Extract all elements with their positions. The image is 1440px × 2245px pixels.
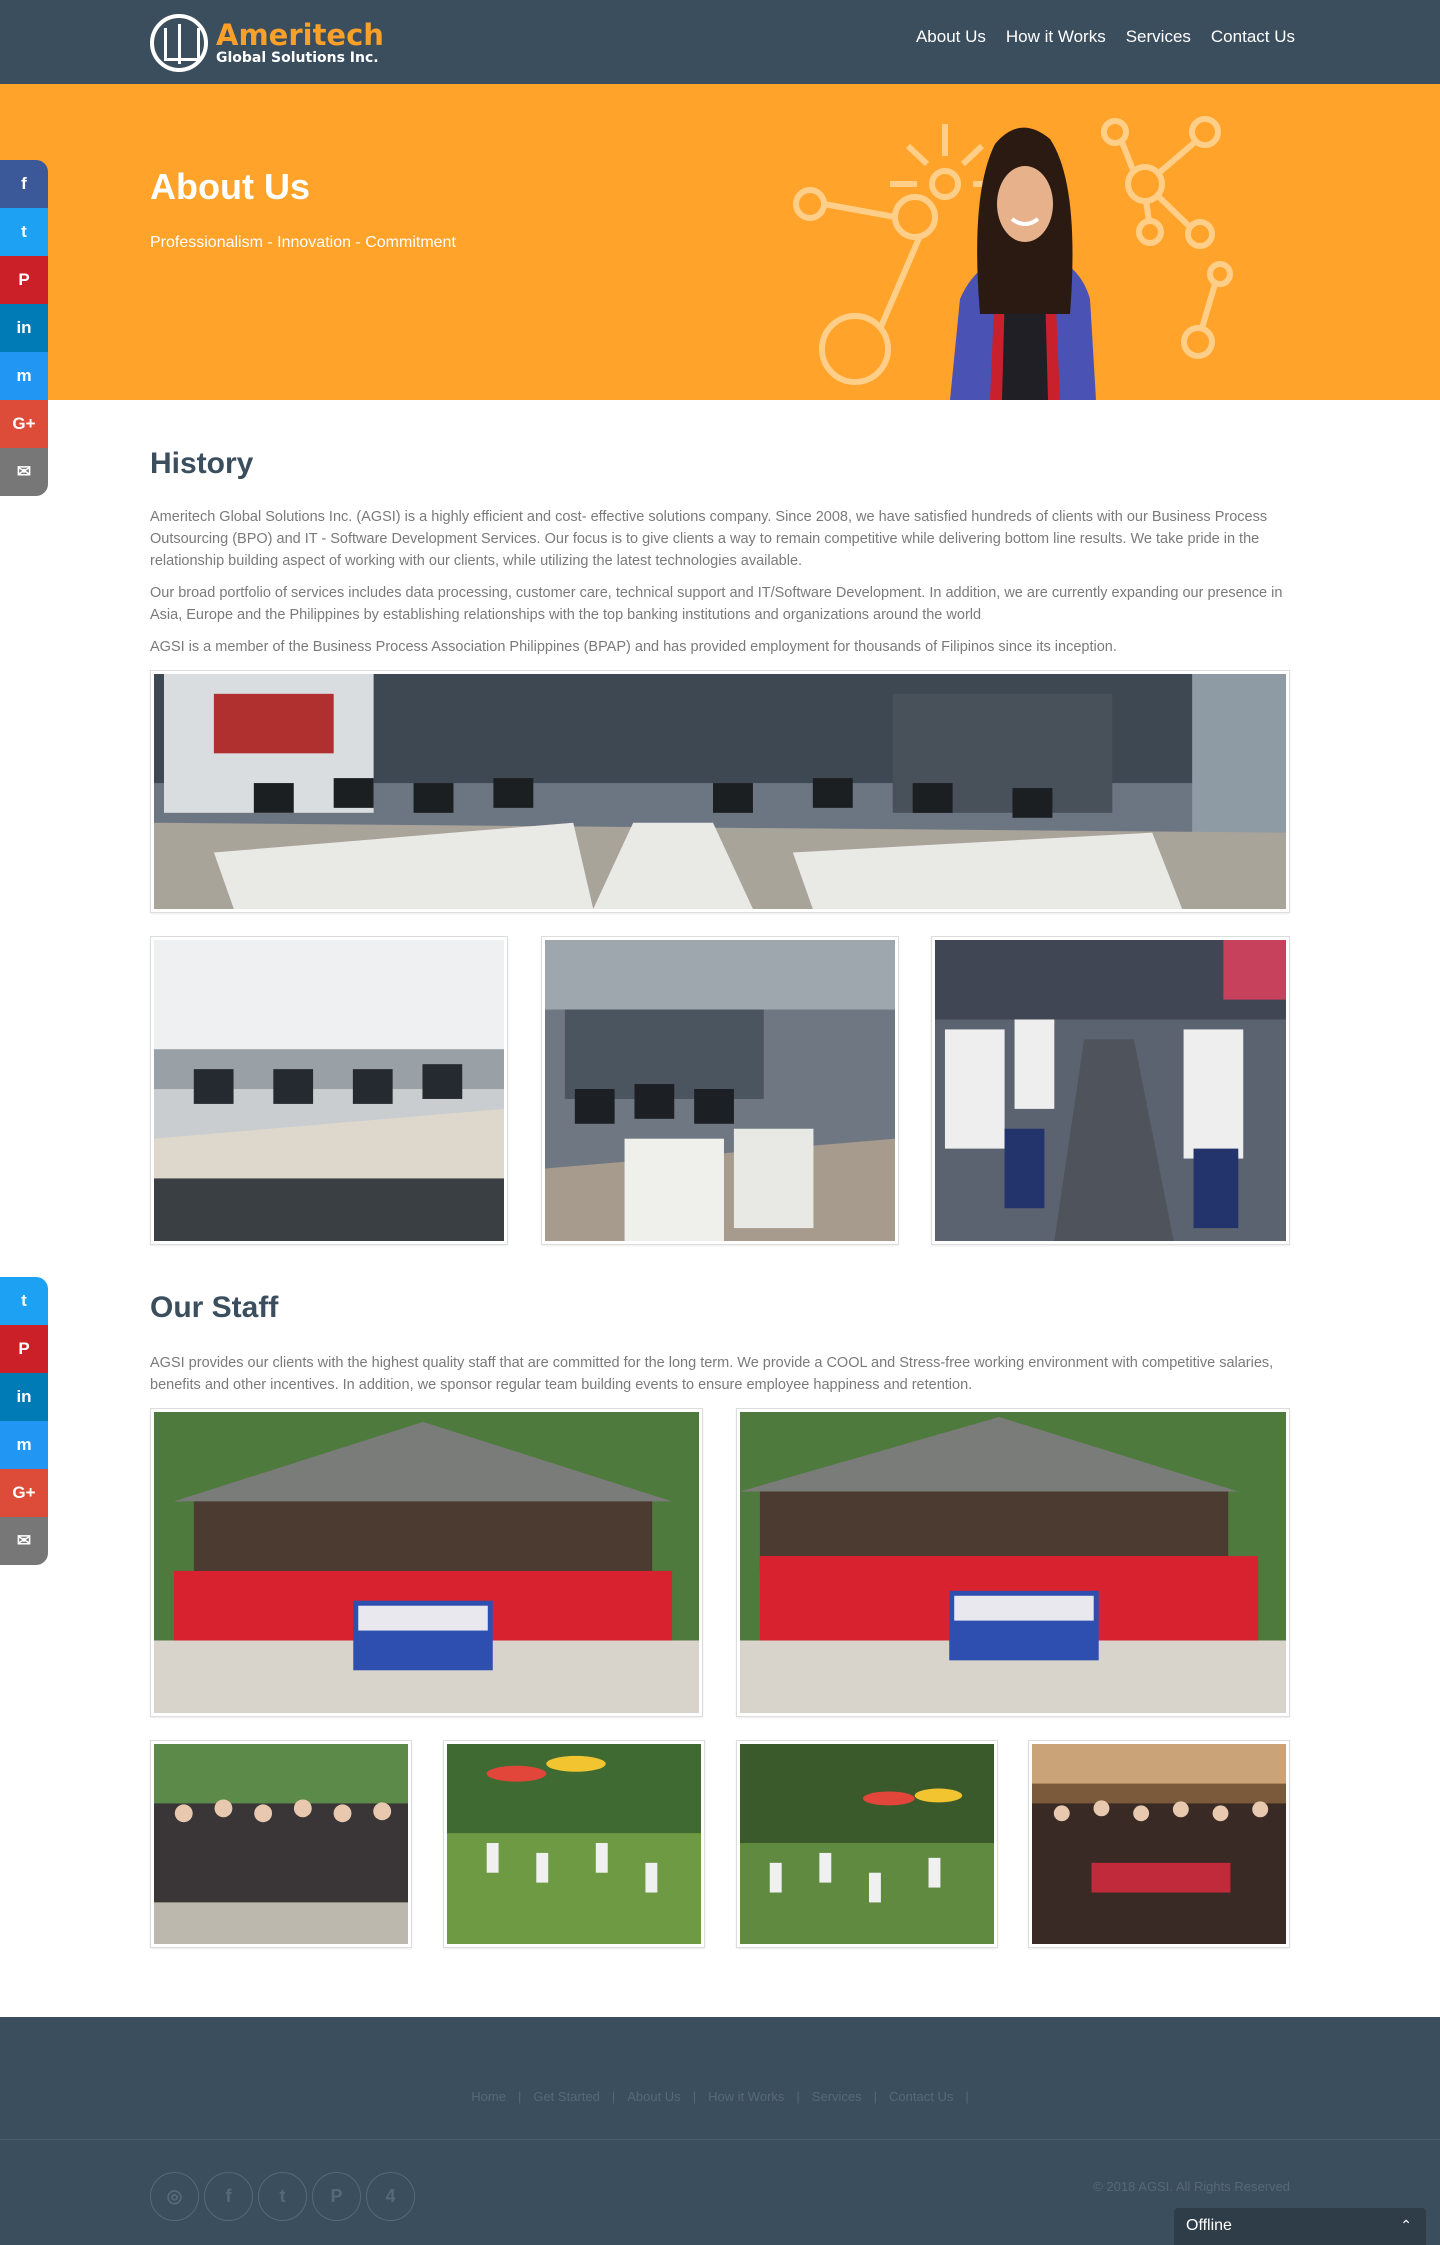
pinterest-icon: P (18, 1339, 30, 1358)
footer-link-separator: | (611, 2089, 616, 2104)
pinterest-icon: P (330, 2186, 343, 2206)
history-heading: History (150, 447, 254, 480)
office-photo-2[interactable] (541, 936, 899, 1245)
footer-link-separator: | (873, 2089, 878, 2104)
main-nav: About Us How it Works Services Contact U… (916, 27, 1295, 47)
linkedin-icon: in (16, 318, 32, 337)
facebook-icon: f (21, 174, 27, 193)
top-navbar: Ameritech Global Solutions Inc. About Us… (0, 0, 1440, 84)
staff-photo-3[interactable] (736, 1740, 998, 1948)
google-plus-icon: G+ (12, 1483, 36, 1502)
staff-photo-4[interactable] (1028, 1740, 1290, 1948)
footer-link-separator: | (692, 2089, 697, 2104)
linkedin-share-button[interactable]: in (0, 1373, 48, 1421)
chat-status: Offline (1186, 2217, 1232, 2234)
hero-person (950, 127, 1096, 400)
footer-link-separator: | (796, 2089, 800, 2104)
linkedin-icon: in (16, 1387, 32, 1406)
messenger-icon: m (16, 366, 32, 385)
office-photo-3[interactable] (931, 936, 1290, 1245)
history-paragraph-2: Our broad portfolio of services includes… (150, 585, 1283, 623)
twitter-icon: t (21, 1291, 27, 1310)
email-share-button[interactable]: ✉ (0, 1517, 48, 1565)
staff-photo-1[interactable] (150, 1740, 412, 1948)
footer-social-links: ◎ f t P 4 (150, 2172, 415, 2221)
pinterest-social-button[interactable]: P (312, 2172, 361, 2221)
chat-widget[interactable]: Offline ⌃ (1174, 2208, 1426, 2245)
logo-name: Ameritech (216, 18, 384, 52)
twitter-icon: t (279, 2186, 286, 2206)
twitter-share-button[interactable]: t (0, 208, 48, 256)
copyright: © 2018 AGSI. All Rights Reserved (1093, 2179, 1290, 2194)
facebook-share-button[interactable]: f (0, 160, 48, 208)
team-building-group-photo-2[interactable] (736, 1408, 1290, 1717)
instagram-icon: ◎ (166, 2186, 183, 2206)
team-building-group-photo-1[interactable] (150, 1408, 703, 1717)
logo[interactable]: Ameritech Global Solutions Inc. (150, 14, 384, 72)
google-plus-share-button[interactable]: G+ (0, 400, 48, 448)
share-sidebar-floating: t Pin m G+ ✉ (0, 1277, 48, 1565)
staff-photo-2[interactable] (443, 1740, 705, 1948)
email-icon: ✉ (16, 462, 32, 481)
instagram-social-button[interactable]: ◎ (150, 2172, 199, 2221)
nav-contact-us[interactable]: Contact Us (1211, 27, 1295, 47)
footer-link[interactable]: Home (471, 2089, 506, 2104)
chevron-up-icon: ⌃ (1400, 2217, 1412, 2233)
footer-link-separator: | (517, 2089, 522, 2104)
twitter-social-button[interactable]: t (258, 2172, 307, 2221)
footer-divider (0, 2139, 1440, 2140)
footer-link-separator: | (965, 2089, 969, 2104)
hero-network-illustration (793, 116, 1233, 400)
footer-link[interactable]: Get Started (533, 2089, 599, 2104)
email-icon: ✉ (16, 1531, 32, 1550)
google-plus-icon: G+ (12, 414, 36, 433)
foursquare-icon: 4 (385, 2186, 396, 2206)
twitter-icon: t (21, 222, 27, 241)
history-paragraph-3: AGSI is a member of the Business Process… (150, 639, 1117, 655)
pinterest-icon: P (18, 270, 30, 289)
facebook-icon: f (225, 2186, 232, 2206)
logo-subtitle: Global Solutions Inc. (216, 50, 379, 66)
google-plus-share-button[interactable]: G+ (0, 1469, 48, 1517)
pinterest-share-button[interactable]: P (0, 1325, 48, 1373)
share-sidebar: f t Pin m G+ ✉ (0, 160, 48, 496)
facebook-social-button[interactable]: f (204, 2172, 253, 2221)
email-share-button[interactable]: ✉ (0, 448, 48, 496)
foursquare-social-button[interactable]: 4 (366, 2172, 415, 2221)
messenger-share-button[interactable]: m (0, 1421, 48, 1469)
our-staff-paragraph: AGSI provides our clients with the highe… (150, 1355, 1274, 1393)
hero-tagline: Professionalism - Innovation - Commitmen… (150, 234, 456, 251)
messenger-share-button[interactable]: m (0, 352, 48, 400)
page-title: About Us (150, 166, 310, 207)
hero-banner: About Us Professionalism - Innovation - … (0, 84, 1440, 400)
twitter-share-button[interactable]: t (0, 1277, 48, 1325)
nav-about-us[interactable]: About Us (916, 27, 986, 47)
footer-link[interactable]: About Us (627, 2089, 680, 2104)
office-photo-1[interactable] (150, 936, 508, 1245)
our-staff-heading: Our Staff (150, 1291, 279, 1324)
messenger-icon: m (16, 1435, 32, 1454)
footer-link[interactable]: Contact Us (889, 2089, 953, 2104)
history-paragraph-1: Ameritech Global Solutions Inc. (AGSI) i… (150, 509, 1268, 569)
footer-link[interactable]: How it Works (708, 2089, 784, 2104)
footer-link[interactable]: Services (812, 2089, 862, 2104)
footer-links: Home | Get Started | About Us | How it Works | S… (0, 2089, 1440, 2104)
nav-how-it-works[interactable]: How it Works (1006, 27, 1106, 47)
office-panorama-photo[interactable] (150, 670, 1290, 913)
linkedin-share-button[interactable]: in (0, 304, 48, 352)
nav-services[interactable]: Services (1126, 27, 1191, 47)
logo-mark-icon (150, 14, 208, 72)
pinterest-share-button[interactable]: P (0, 256, 48, 304)
